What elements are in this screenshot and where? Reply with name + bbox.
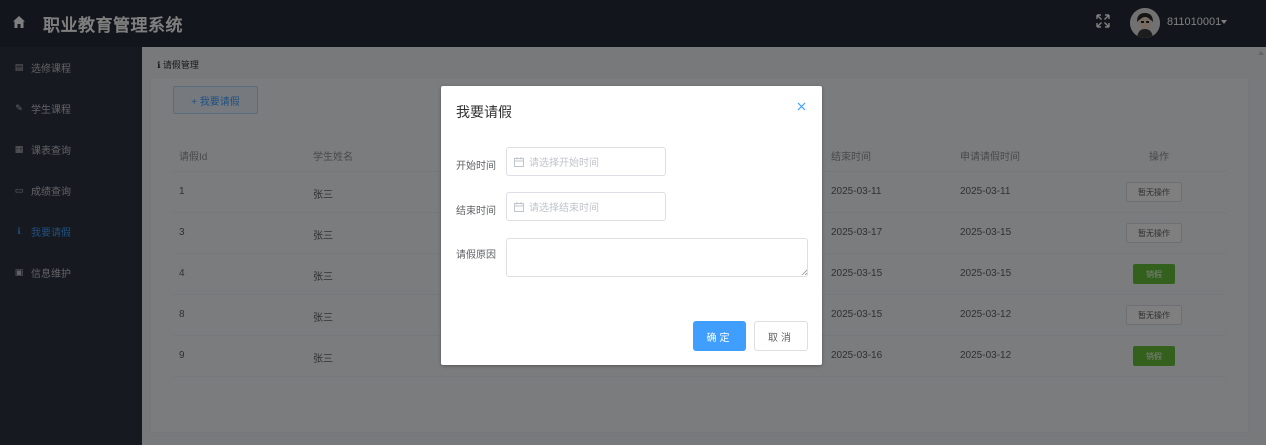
start-time-placeholder: 请选择开始时间 (529, 158, 599, 169)
calendar-icon (514, 201, 524, 212)
end-time-placeholder: 请选择结束时间 (529, 203, 599, 214)
resize-handle-icon[interactable] (801, 269, 807, 275)
reason-label: 请假原因 (456, 250, 496, 261)
start-time-label: 开始时间 (456, 161, 496, 172)
leave-request-dialog: 我要请假 开始时间 请选择开始时间 结束时间 请选择结束时间 请假原因 确定 取… (441, 86, 822, 365)
end-time-picker[interactable]: 请选择结束时间 (506, 192, 666, 221)
cancel-button[interactable]: 取消 (754, 321, 808, 351)
calendar-icon (514, 156, 524, 167)
start-time-picker[interactable]: 请选择开始时间 (506, 147, 666, 176)
end-time-label: 结束时间 (456, 206, 496, 217)
close-icon[interactable] (797, 102, 806, 111)
reason-textarea[interactable] (506, 238, 808, 277)
dialog-title: 我要请假 (456, 104, 512, 120)
confirm-button[interactable]: 确定 (693, 321, 746, 351)
